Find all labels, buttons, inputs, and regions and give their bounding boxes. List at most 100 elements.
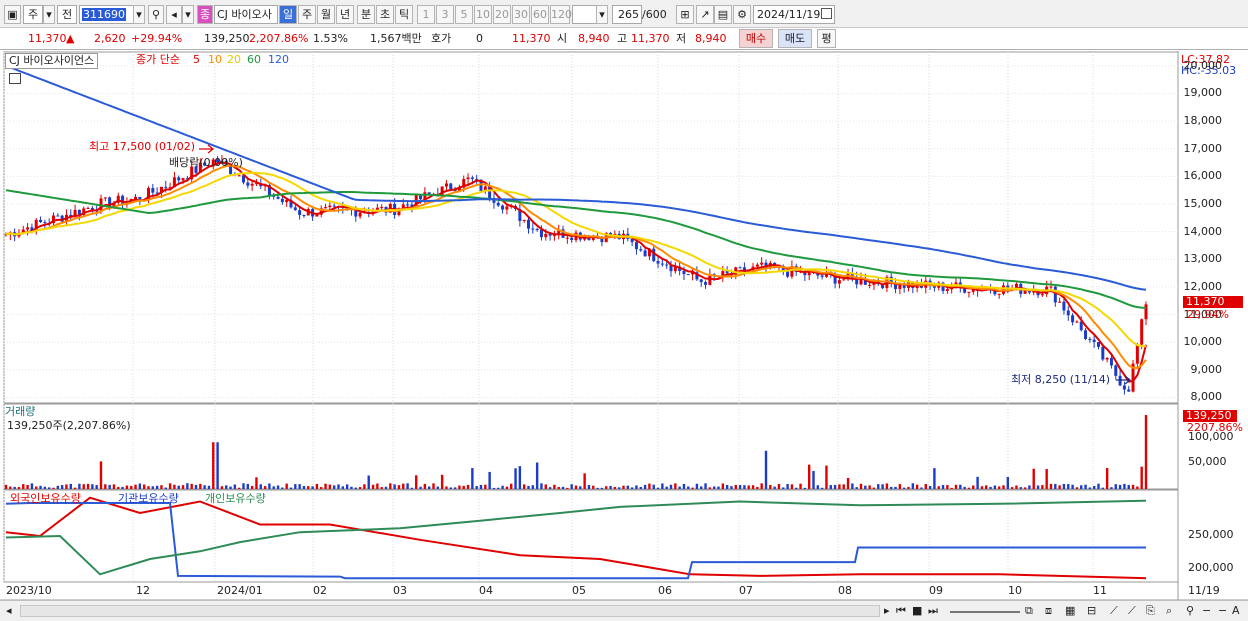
interval-60-button[interactable]: 60	[531, 5, 549, 24]
chart-svg[interactable]	[0, 51, 1248, 601]
volume-bar	[389, 483, 392, 489]
candle-body	[565, 237, 569, 239]
search-icon[interactable]: ⚲	[148, 5, 164, 24]
volume-bar	[885, 483, 889, 489]
horizontal-scrollbar[interactable]	[20, 605, 880, 617]
minus-icon[interactable]: −	[1202, 604, 1211, 618]
volume-bar	[1136, 486, 1139, 489]
speaker-dropdown-icon[interactable]: ▾	[182, 5, 194, 24]
volume-bar	[220, 486, 224, 489]
eval-button[interactable]: 평	[817, 29, 836, 48]
individual-holdings-legend[interactable]: 개인보유수량	[205, 492, 266, 506]
volume-bar	[1123, 483, 1126, 489]
volume-bar	[777, 484, 781, 489]
current-pct-label: 29.94%	[1187, 308, 1229, 321]
settings-gear-icon[interactable]: ⚙	[733, 5, 751, 24]
ma-legend-label[interactable]: 종가 단순	[136, 53, 180, 67]
period-month-button[interactable]: 월	[317, 5, 335, 24]
font-size-icon[interactable]: A	[1232, 604, 1240, 618]
candle-body	[1127, 389, 1131, 392]
volume-bar	[790, 484, 794, 489]
main-toolbar: ▣ 주 ▾ 전 311690 ▾ ⚲ ◂ ▾ 종 CJ 바이오사 일 주 월 년…	[0, 0, 1248, 28]
copy-icon[interactable]: ⎘	[1146, 604, 1155, 618]
speaker-icon[interactable]: ◂	[166, 5, 182, 24]
interval-30-button[interactable]: 30	[512, 5, 530, 24]
calendar-icon[interactable]	[821, 8, 832, 19]
volume-bar	[803, 487, 807, 489]
draw-tool-icon[interactable]: ↗	[696, 5, 714, 24]
period-second-button[interactable]: 초	[376, 5, 394, 24]
scroll-right-icon[interactable]: ▸	[884, 604, 890, 618]
interval-120-button[interactable]: 120	[550, 5, 572, 24]
window-tile-icon[interactable]: ⧈	[1045, 604, 1052, 618]
grid-icon[interactable]: ▦	[1065, 604, 1075, 618]
volume-bar	[1080, 485, 1083, 489]
sell-button[interactable]: 매도	[778, 29, 812, 48]
period-tick-button[interactable]: 틱	[395, 5, 413, 24]
code-dropdown-icon[interactable]: ▾	[133, 5, 145, 24]
volume-bar	[130, 485, 133, 489]
volume-bar	[751, 485, 755, 489]
legend-stock-name[interactable]: CJ 바이오사이언스	[5, 53, 99, 69]
interval-label: 10	[476, 8, 490, 21]
ma120-legend[interactable]: 120	[268, 53, 289, 67]
candle-body	[250, 183, 254, 186]
volume-bar	[203, 485, 206, 489]
volume-bar	[134, 484, 137, 489]
interval-3-button[interactable]: 3	[436, 5, 454, 24]
volume-bar	[168, 483, 172, 489]
volume-bar	[928, 485, 932, 489]
volume-bar	[600, 487, 604, 489]
volume-bar	[47, 487, 51, 489]
market-select[interactable]: 주	[23, 5, 43, 24]
volume-panel-title[interactable]: 거래량	[5, 405, 35, 419]
first-page-icon[interactable]: ⏮	[896, 604, 906, 618]
institution-holdings-legend[interactable]: 기관보유수량	[118, 492, 179, 506]
chart-area[interactable]	[0, 51, 1248, 601]
table-icon[interactable]	[9, 73, 21, 84]
stock-name-value: CJ 바이오사	[217, 8, 272, 21]
candle-body	[1122, 385, 1126, 390]
scroll-left-icon[interactable]: ◂	[6, 604, 12, 618]
low-price: 8,940	[695, 32, 727, 45]
ma20-legend[interactable]: 20	[227, 53, 241, 67]
dividend-annotation: 배당락(0.00%)	[169, 156, 243, 169]
interval-10-button[interactable]: 10	[474, 5, 492, 24]
ma10-legend[interactable]: 10	[208, 53, 222, 67]
interval-label: 5	[460, 8, 468, 21]
zoom-out-icon[interactable]: ⌕	[1166, 604, 1172, 618]
search-chart-icon[interactable]: ⚲	[1186, 604, 1194, 618]
period-week-button[interactable]: 주	[298, 5, 316, 24]
volume-bar	[320, 487, 323, 489]
ma60-legend[interactable]: 60	[247, 53, 261, 67]
interval-20-button[interactable]: 20	[493, 5, 511, 24]
count-input[interactable]: 265	[612, 5, 642, 24]
last-page-icon[interactable]: ⏭	[928, 604, 938, 618]
zoom-slider[interactable]	[950, 611, 1020, 613]
period-year-button[interactable]: 년	[336, 5, 354, 24]
code-input[interactable]: 311690	[79, 5, 134, 24]
trend-line-icon[interactable]: ⟋	[1110, 604, 1118, 618]
layout-icon[interactable]: ⧉	[1025, 604, 1033, 618]
prev-button[interactable]: 전	[57, 5, 77, 24]
period-day-button[interactable]: 일	[279, 5, 297, 24]
window-icon[interactable]: ▣	[4, 5, 21, 24]
save-icon[interactable]: ▤	[714, 5, 732, 24]
collapse-icon[interactable]: −	[1218, 604, 1227, 618]
compare-icon[interactable]: ⊟	[1087, 604, 1096, 618]
candle-type-icon[interactable]: ⊞	[676, 5, 694, 24]
volume-bar	[276, 485, 280, 489]
volume-panel-subtitle: 139,250주(2,207.86%)	[7, 419, 131, 432]
chart-mode-button[interactable]: 종	[197, 5, 213, 24]
interval-1-button[interactable]: 1	[417, 5, 435, 24]
period-minute-button[interactable]: 분	[357, 5, 375, 24]
ray-icon[interactable]: ⟋	[1128, 604, 1136, 618]
ma5-legend[interactable]: 5	[193, 53, 200, 67]
interval-5-button[interactable]: 5	[455, 5, 473, 24]
market-dropdown-icon[interactable]: ▾	[43, 5, 55, 24]
stop-icon[interactable]: ■	[912, 604, 922, 618]
buy-button[interactable]: 매수	[739, 29, 773, 48]
candle-body	[544, 233, 548, 238]
custom-interval-dropdown-icon[interactable]: ▾	[596, 5, 608, 24]
foreign-holdings-legend[interactable]: 외국인보유수량	[10, 492, 81, 506]
